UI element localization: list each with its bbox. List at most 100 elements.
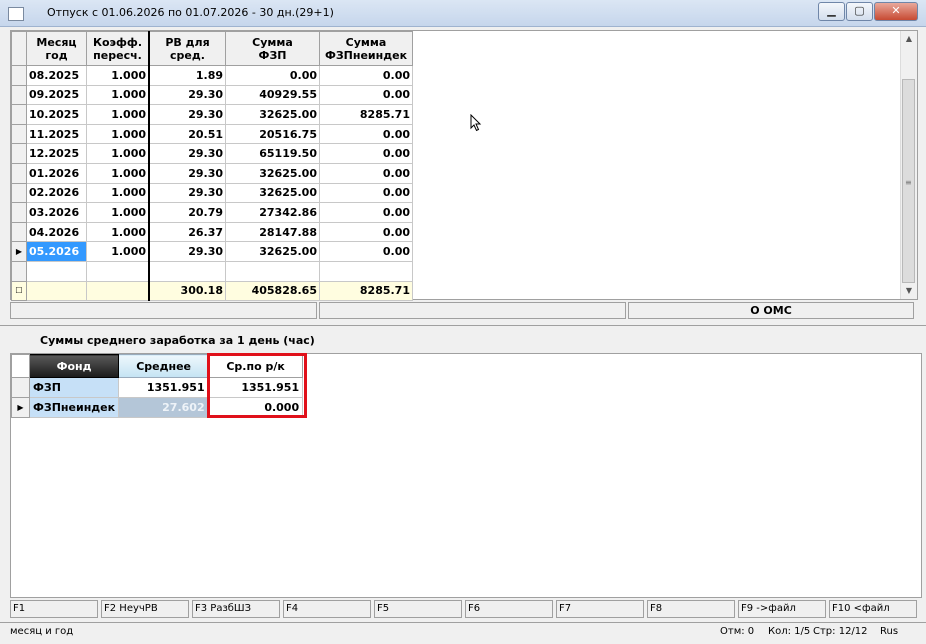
average-cell[interactable]: 27.602 bbox=[118, 397, 210, 418]
sum-fzp-cell[interactable]: 32625.00 bbox=[225, 162, 320, 184]
table-row[interactable]: 12.2025 1.000 29.30 65119.50 0.00 bbox=[11, 143, 413, 164]
table-row[interactable]: 04.2026 1.000 26.37 28147.88 0.00 bbox=[11, 221, 413, 243]
sum-fzp-cell[interactable]: 32625.00 bbox=[225, 104, 320, 125]
sum-fzp-cell[interactable]: 27342.86 bbox=[225, 202, 320, 223]
fkey-5-button[interactable]: F5 bbox=[374, 600, 462, 618]
fond-cell[interactable]: ФЗП bbox=[28, 377, 120, 398]
column-sum-fzp[interactable]: Сумма ФЗП bbox=[225, 31, 320, 66]
fkey-8-button[interactable]: F8 bbox=[647, 600, 735, 618]
sum-fzp-cell[interactable]: 32625.00 bbox=[225, 241, 320, 262]
sum-fzpn-cell[interactable]: 0.00 bbox=[319, 123, 413, 145]
coef-cell[interactable]: 1.000 bbox=[86, 65, 150, 86]
rv-cell[interactable]: 26.37 bbox=[148, 221, 226, 243]
sum-fzpn-cell[interactable]: 0.00 bbox=[319, 65, 413, 86]
fkey-6-button[interactable]: F6 bbox=[465, 600, 553, 618]
sum-fzpn-cell[interactable]: 0.00 bbox=[319, 182, 413, 204]
coef-cell[interactable]: 1.000 bbox=[86, 84, 150, 106]
window-title: Отпуск с 01.06.2026 по 01.07.2026 - 30 д… bbox=[47, 6, 334, 19]
app-icon bbox=[8, 7, 24, 21]
coef-cell[interactable]: 1.000 bbox=[86, 162, 150, 184]
rv-cell[interactable]: 29.30 bbox=[148, 143, 226, 164]
month-cell[interactable]: 12.2025 bbox=[26, 143, 87, 164]
minimize-button[interactable]: ▁ bbox=[818, 2, 845, 21]
sum-fzp-cell[interactable]: 0.00 bbox=[225, 65, 320, 86]
table-row[interactable]: ▶ 05.2026 1.000 29.30 32625.00 0.00 bbox=[11, 241, 413, 262]
fkey-7-button[interactable]: F7 bbox=[556, 600, 644, 618]
fkey-3-button[interactable]: F3 РазбШЗ bbox=[192, 600, 280, 618]
sum-fzpn-cell[interactable]: 8285.71 bbox=[319, 104, 413, 125]
month-cell[interactable]: 10.2025 bbox=[26, 104, 87, 125]
table-row[interactable]: 03.2026 1.000 20.79 27342.86 0.00 bbox=[11, 202, 413, 223]
empty-row[interactable] bbox=[11, 260, 413, 282]
coef-cell[interactable]: 1.000 bbox=[86, 202, 150, 223]
coef-cell[interactable]: 1.000 bbox=[86, 143, 150, 164]
oms-label: О ОМС bbox=[628, 302, 914, 319]
rv-cell[interactable]: 29.30 bbox=[148, 182, 226, 204]
column-rv[interactable]: РВ для сред. bbox=[148, 31, 226, 66]
sum-fzp-cell[interactable]: 28147.88 bbox=[225, 221, 320, 243]
sum-fzp-cell[interactable]: 32625.00 bbox=[225, 182, 320, 204]
coef-cell[interactable]: 1.000 bbox=[86, 221, 150, 243]
column-coef[interactable]: Коэфф. пересч. bbox=[86, 31, 150, 66]
sum-fzpn-cell[interactable]: 0.00 bbox=[319, 84, 413, 106]
table-row[interactable]: 02.2026 1.000 29.30 32625.00 0.00 bbox=[11, 182, 413, 204]
splitter[interactable] bbox=[0, 325, 926, 326]
fond-cell[interactable]: ФЗПнеиндек bbox=[28, 397, 120, 418]
coef-cell[interactable]: 1.000 bbox=[86, 104, 150, 125]
coef-cell[interactable]: 1.000 bbox=[86, 182, 150, 204]
sum-fzp-cell[interactable]: 65119.50 bbox=[225, 143, 320, 164]
month-cell[interactable]: 01.2026 bbox=[26, 162, 87, 184]
month-cell[interactable]: 03.2026 bbox=[26, 202, 87, 223]
sum-fzp-cell[interactable]: 20516.75 bbox=[225, 123, 320, 145]
fkey-4-button[interactable]: F4 bbox=[283, 600, 371, 618]
column-average[interactable]: Среднее bbox=[118, 354, 210, 378]
month-cell[interactable]: 11.2025 bbox=[26, 123, 87, 145]
status-bar: месяц и год Отм: 0 Кол: 1/5 Стр: 12/12 R… bbox=[0, 622, 926, 644]
average-earnings-grid[interactable]: Фонд Среднее Ср.по р/к ФЗП 1351.951 1351… bbox=[10, 353, 922, 598]
month-cell[interactable]: 09.2025 bbox=[26, 84, 87, 106]
fkey-2-button[interactable]: F2 НеучРВ bbox=[101, 600, 189, 618]
rv-cell[interactable]: 29.30 bbox=[148, 241, 226, 262]
status-hint: месяц и год bbox=[10, 626, 74, 637]
vertical-scrollbar[interactable]: ▲ ≡ ▼ bbox=[900, 31, 917, 299]
fkey-1-button[interactable]: F1 bbox=[10, 600, 98, 618]
row-indicator bbox=[11, 143, 27, 164]
empty-cell bbox=[26, 260, 87, 282]
rv-cell[interactable]: 29.30 bbox=[148, 84, 226, 106]
scroll-up-icon[interactable]: ▲ bbox=[901, 31, 917, 47]
maximize-button[interactable]: ▢ bbox=[846, 2, 873, 21]
totals-cell bbox=[26, 280, 87, 301]
table-row[interactable]: 10.2025 1.000 29.30 32625.00 8285.71 bbox=[11, 104, 413, 125]
column-sum-fzpn[interactable]: Сумма ФЗПнеиндек bbox=[319, 31, 413, 66]
column-month[interactable]: Месяц год bbox=[26, 31, 87, 66]
table-row[interactable]: 09.2025 1.000 29.30 40929.55 0.00 bbox=[11, 84, 413, 106]
average-cell[interactable]: 1351.951 bbox=[118, 377, 210, 398]
rv-cell[interactable]: 29.30 bbox=[148, 104, 226, 125]
monthly-earnings-grid[interactable]: Месяц год Коэфф. пересч. РВ для сред. Сумма… bbox=[10, 30, 918, 301]
sum-fzpn-cell[interactable]: 0.00 bbox=[319, 241, 413, 262]
fkey-9-button[interactable]: F9 ->файл bbox=[738, 600, 826, 618]
column-fond[interactable]: Фонд bbox=[28, 354, 120, 378]
sum-fzpn-cell[interactable]: 0.00 bbox=[319, 221, 413, 243]
rv-cell[interactable]: 20.79 bbox=[148, 202, 226, 223]
coef-cell[interactable]: 1.000 bbox=[86, 241, 150, 262]
month-cell[interactable]: 02.2026 bbox=[26, 182, 87, 204]
sum-fzp-cell[interactable]: 40929.55 bbox=[225, 84, 320, 106]
month-cell[interactable]: 08.2025 bbox=[26, 65, 87, 86]
table-row[interactable]: 01.2026 1.000 29.30 32625.00 0.00 bbox=[11, 162, 413, 184]
fkey-10-button[interactable]: F10 <файл bbox=[829, 600, 917, 618]
scroll-down-icon[interactable]: ▼ bbox=[901, 283, 917, 299]
month-cell[interactable]: 05.2026 bbox=[26, 241, 87, 262]
sum-fzpn-cell[interactable]: 0.00 bbox=[319, 162, 413, 184]
close-button[interactable]: ✕ bbox=[874, 2, 918, 21]
sum-fzpn-cell[interactable]: 0.00 bbox=[319, 202, 413, 223]
coef-cell[interactable]: 1.000 bbox=[86, 123, 150, 145]
rv-cell[interactable]: 1.89 bbox=[148, 65, 226, 86]
month-cell[interactable]: 04.2026 bbox=[26, 221, 87, 243]
row-indicator bbox=[11, 65, 27, 86]
rv-cell[interactable]: 20.51 bbox=[148, 123, 226, 145]
sum-fzpn-cell[interactable]: 0.00 bbox=[319, 143, 413, 164]
table-row[interactable]: 11.2025 1.000 20.51 20516.75 0.00 bbox=[11, 123, 413, 145]
rv-cell[interactable]: 29.30 bbox=[148, 162, 226, 184]
table-row[interactable]: 08.2025 1.000 1.89 0.00 0.00 bbox=[11, 65, 413, 86]
